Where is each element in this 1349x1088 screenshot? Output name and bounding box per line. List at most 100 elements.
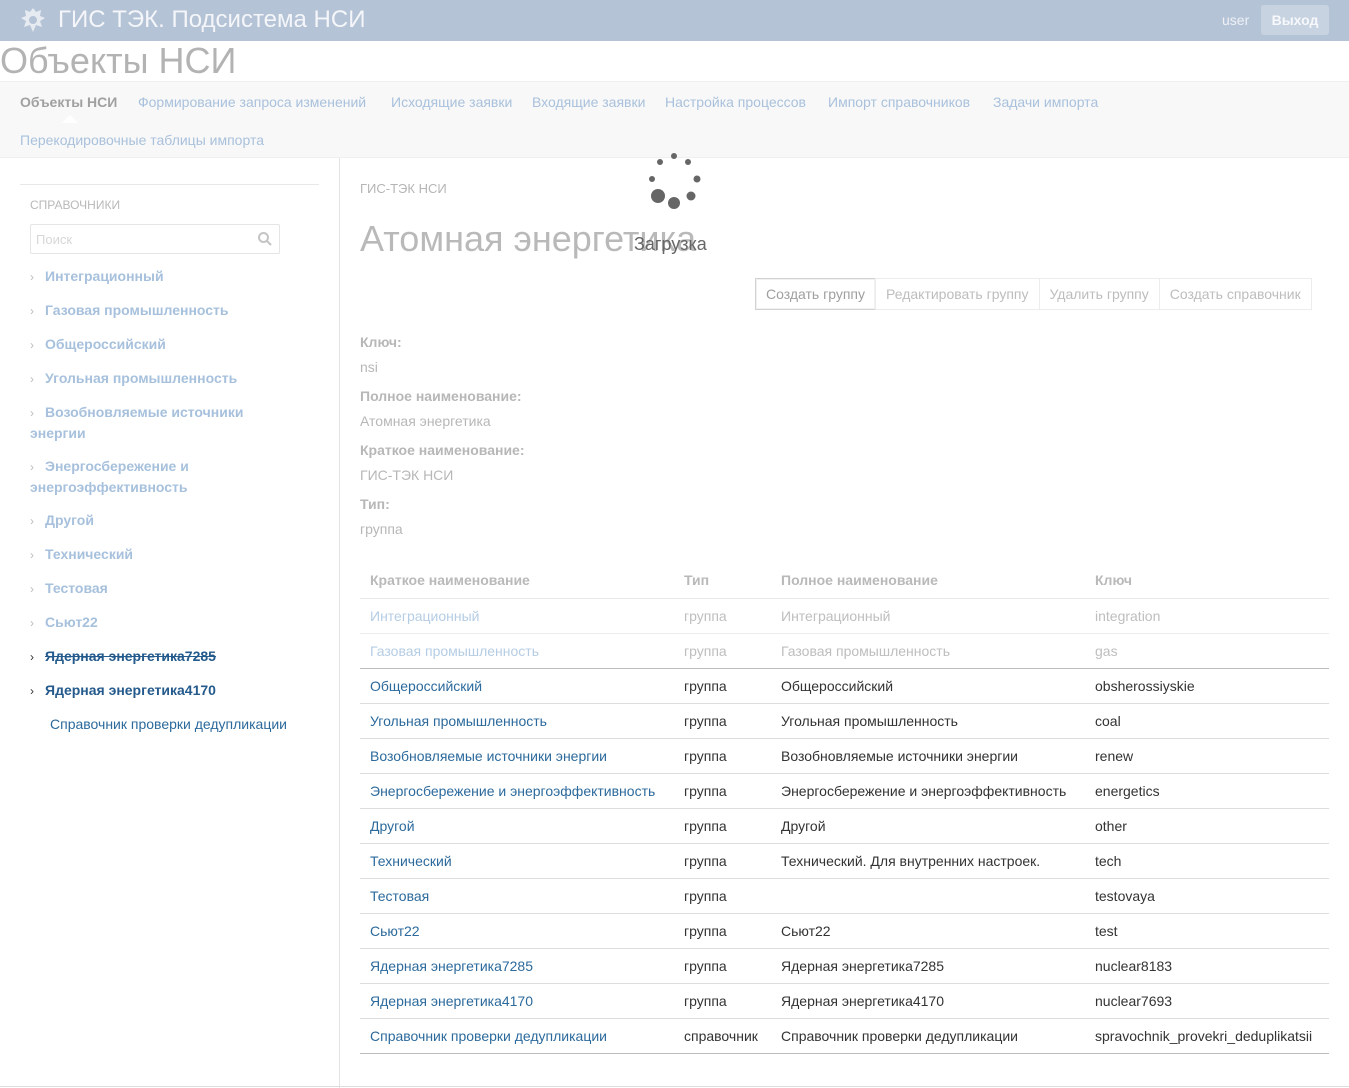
cell-key: renew xyxy=(1085,738,1329,774)
cell-short-name[interactable]: Возобновляемые источники энергии xyxy=(360,738,674,774)
sidebar-divider xyxy=(20,184,319,185)
table-row[interactable]: Угольная промышленность группа Угольная пр… xyxy=(360,703,1329,739)
prop-type-value: группа xyxy=(360,521,403,537)
cell-key: obsherossiyskie xyxy=(1085,668,1329,704)
prop-short-name-label: Краткое наименование: xyxy=(360,442,525,458)
breadcrumb: ГИС-ТЭК НСИ xyxy=(360,181,447,196)
table-row[interactable]: Ядерная энергетика4170 группа Ядерная энер… xyxy=(360,983,1329,1019)
tab-import-recoding-tables[interactable]: Перекодировочные таблицы импорта xyxy=(20,132,264,148)
app-title: ГИС ТЭК. Подсистема НСИ xyxy=(58,6,366,33)
tab-process-settings[interactable]: Настройка процессов xyxy=(665,94,806,110)
cell-type: группа xyxy=(674,703,771,739)
column-header-full-name[interactable]: Полное наименование xyxy=(771,562,1085,599)
sidebar-search xyxy=(30,224,280,254)
cell-short-name[interactable]: Другой xyxy=(360,808,674,844)
chevron-right-icon: › xyxy=(30,650,34,664)
table-row[interactable]: Тестовая группа testovaya xyxy=(360,878,1329,914)
sidebar-child-dedup-directory[interactable]: Справочник проверки дедупликации xyxy=(50,716,287,732)
page-title: Объекты НСИ xyxy=(0,40,237,81)
search-input[interactable] xyxy=(31,225,246,253)
logout-button[interactable]: Выход xyxy=(1261,5,1329,35)
cell-key: coal xyxy=(1085,703,1329,739)
table-row[interactable]: Общероссийский группа Общероссийский obsher… xyxy=(360,668,1329,704)
sidebar-item-all-russian[interactable]: › Общероссийский xyxy=(30,334,300,355)
table-row[interactable]: Справочник проверки дедупликации справочн… xyxy=(360,1018,1329,1054)
sidebar-item-integration[interactable]: › Интеграционный xyxy=(30,266,300,287)
create-group-button[interactable]: Создать группу xyxy=(755,278,876,310)
cell-short-name[interactable]: Ядерная энергетика7285 xyxy=(360,948,674,984)
prop-key-label: Ключ: xyxy=(360,334,402,350)
cell-full-name: Ядерная энергетика7285 xyxy=(771,948,1085,984)
cell-full-name: Угольная промышленность xyxy=(771,703,1085,739)
cell-short-name[interactable]: Сьют22 xyxy=(360,913,674,949)
sidebar-item-test[interactable]: › Тестовая xyxy=(30,578,300,599)
cell-type: группа xyxy=(674,668,771,704)
cell-short-name[interactable]: Технический xyxy=(360,843,674,879)
sidebar-item-energy-saving[interactable]: › Энергосбережение и энергоэффективность xyxy=(30,456,300,497)
table-row[interactable]: Энергосбережение и энергоэффективность гр… xyxy=(360,773,1329,809)
chevron-right-icon: › xyxy=(30,338,34,352)
sidebar-section-title: СПРАВОЧНИКИ xyxy=(30,198,121,212)
sidebar: СПРАВОЧНИКИ ›Интеграционный ›Газовая про… xyxy=(0,158,340,1088)
search-icon[interactable] xyxy=(257,231,273,247)
cell-key: gas xyxy=(1085,633,1329,669)
cell-short-name[interactable]: Ядерная энергетика4170 xyxy=(360,983,674,1019)
cell-full-name: Ядерная энергетика4170 xyxy=(771,983,1085,1019)
sidebar-item-technical[interactable]: › Технический xyxy=(30,544,300,565)
chevron-right-icon: › xyxy=(30,514,34,528)
children-table: Краткое наименование Тип Полное наименов… xyxy=(360,562,1329,1054)
column-header-short-name[interactable]: Краткое наименование xyxy=(360,562,674,599)
cell-short-name[interactable]: Интеграционный xyxy=(360,598,674,634)
cell-full-name: Справочник проверки дедупликации xyxy=(771,1018,1085,1054)
cell-type: группа xyxy=(674,948,771,984)
edit-group-button[interactable]: Редактировать группу xyxy=(875,278,1040,310)
table-row[interactable]: Другой группа Другой other xyxy=(360,808,1329,844)
table-row[interactable]: Интеграционный группа Интеграционный integr… xyxy=(360,598,1329,634)
cell-full-name: Сьют22 xyxy=(771,913,1085,949)
cell-type: группа xyxy=(674,913,771,949)
cell-full-name: Интеграционный xyxy=(771,598,1085,634)
sidebar-item-gas[interactable]: › Газовая промышленность xyxy=(30,300,300,321)
sidebar-item-suit22[interactable]: › Сьют22 xyxy=(30,612,300,633)
cell-type: группа xyxy=(674,983,771,1019)
table-row[interactable]: Возобновляемые источники энергии группа Во… xyxy=(360,738,1329,774)
table-row[interactable]: Ядерная энергетика7285 группа Ядерная энер… xyxy=(360,948,1329,984)
loading-label: Загрузка xyxy=(634,234,707,254)
sidebar-item-coal[interactable]: › Угольная промышленность xyxy=(30,368,300,389)
table-row[interactable]: Сьют22 группа Сьют22 test xyxy=(360,913,1329,949)
sidebar-item-renewable[interactable]: › Возобновляемые источники энергии xyxy=(30,402,300,443)
table-row[interactable]: Технический группа Технический. Для внутре… xyxy=(360,843,1329,879)
cell-short-name[interactable]: Тестовая xyxy=(360,878,674,914)
sidebar-item-nuclear-4170[interactable]: › Ядерная энергетика4170 xyxy=(30,680,300,701)
tab-outgoing-requests[interactable]: Исходящие заявки xyxy=(391,94,512,110)
cell-short-name[interactable]: Справочник проверки дедупликации xyxy=(360,1018,674,1054)
column-header-type[interactable]: Тип xyxy=(674,562,771,599)
cell-short-name[interactable]: Угольная промышленность xyxy=(360,703,674,739)
chevron-right-icon: › xyxy=(30,270,34,284)
sidebar-item-other[interactable]: › Другой xyxy=(30,510,300,531)
cell-full-name: Другой xyxy=(771,808,1085,844)
tab-incoming-requests[interactable]: Входящие заявки xyxy=(532,94,645,110)
tab-import-directories[interactable]: Импорт справочников xyxy=(828,94,970,110)
tab-nsi-objects[interactable]: Объекты НСИ xyxy=(20,94,117,110)
chevron-right-icon: › xyxy=(30,304,34,318)
chevron-right-icon: › xyxy=(30,684,34,698)
delete-group-button[interactable]: Удалить группу xyxy=(1038,278,1160,310)
create-directory-button[interactable]: Создать справочник xyxy=(1158,278,1312,310)
cell-short-name[interactable]: Энергосбережение и энергоэффективность xyxy=(360,773,674,809)
tab-change-request[interactable]: Формирование запроса изменений xyxy=(138,94,366,110)
active-tab-caret xyxy=(62,115,78,123)
column-header-key[interactable]: Ключ xyxy=(1085,562,1329,599)
loading-spinner-icon xyxy=(649,153,701,209)
tab-import-tasks[interactable]: Задачи импорта xyxy=(993,94,1098,110)
cell-short-name[interactable]: Общероссийский xyxy=(360,668,674,704)
cell-key: test xyxy=(1085,913,1329,949)
prop-type-label: Тип: xyxy=(360,496,390,512)
table-header-row: Краткое наименование Тип Полное наименов… xyxy=(360,562,1329,599)
cell-type: группа xyxy=(674,633,771,669)
cell-key: spravochnik_provekri_deduplikatsii xyxy=(1085,1018,1329,1054)
sidebar-item-nuclear-7285[interactable]: › Ядерная энергетика7285 xyxy=(30,646,300,667)
cell-short-name[interactable]: Газовая промышленность xyxy=(360,633,674,669)
cell-type: группа xyxy=(674,843,771,879)
table-row[interactable]: Газовая промышленность группа Газовая пром… xyxy=(360,633,1329,669)
